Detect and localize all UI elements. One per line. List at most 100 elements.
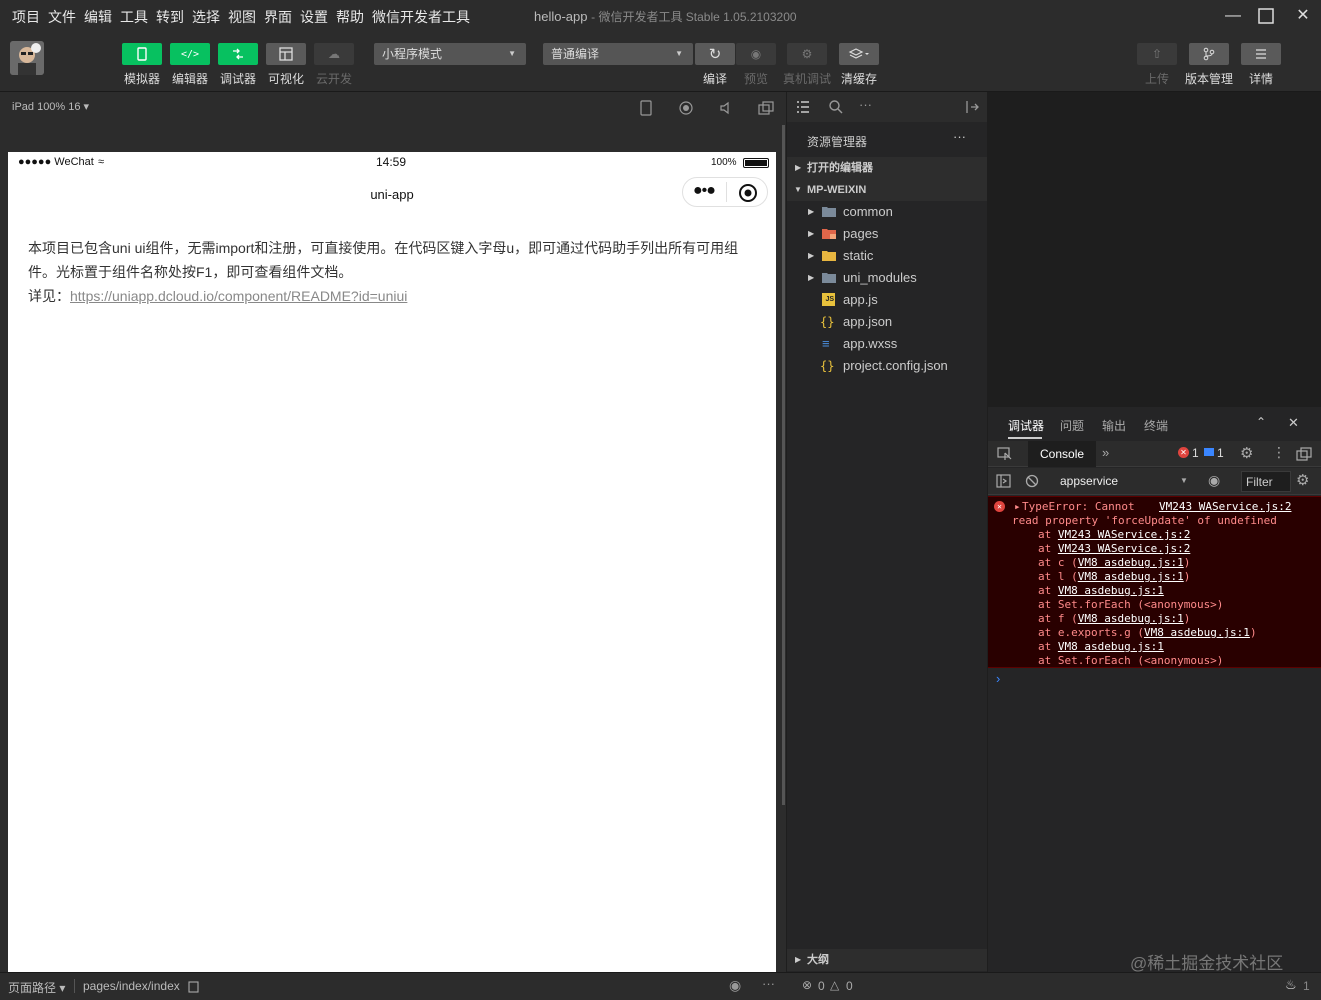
tab-debugger[interactable]: 调试器 — [1008, 417, 1044, 434]
menu-wechat-devtools[interactable]: 微信开发者工具 — [372, 7, 470, 27]
close-miniprogram-icon[interactable] — [738, 183, 758, 203]
project-label: MP-WEIXIN — [807, 184, 867, 196]
folder-icon — [822, 207, 836, 217]
tree-item-app-json[interactable]: {} app.json — [787, 311, 987, 333]
visual-button[interactable] — [266, 43, 306, 65]
error-count[interactable]: 1 — [1192, 446, 1199, 460]
simulator-scrollbar[interactable] — [782, 125, 785, 805]
simulator-button[interactable] — [122, 43, 162, 65]
tree-item-app-wxss[interactable]: ≡ app.wxss — [787, 333, 987, 355]
tree-item-common[interactable]: ▶ common — [787, 201, 987, 223]
stack-frame-link[interactable]: VM8 asdebug.js:1 — [1058, 640, 1164, 653]
menu-edit[interactable]: 编辑 — [84, 7, 112, 27]
menu-settings[interactable]: 设置 — [300, 7, 328, 27]
editor-button[interactable]: </> — [170, 43, 210, 65]
tab-problems[interactable]: 问题 — [1060, 417, 1084, 434]
close-icon[interactable]: ✕ — [1292, 6, 1314, 26]
console-prompt-icon[interactable]: › — [996, 671, 1000, 686]
chevron-right-icon: ▶ — [808, 207, 815, 216]
minimize-icon[interactable]: — — [1222, 6, 1244, 26]
stack-frame-text: at l ( — [1038, 570, 1078, 583]
filter-input[interactable]: Filter — [1241, 471, 1291, 492]
context-select[interactable]: appservice ▼ — [1050, 472, 1190, 491]
tree-item-uni-modules[interactable]: ▶ uni_modules — [787, 267, 987, 289]
menu-interface[interactable]: 界面 — [264, 7, 292, 27]
explorer-more-icon[interactable]: ··· — [953, 129, 966, 144]
menu-file[interactable]: 文件 — [48, 7, 76, 27]
status-more-icon[interactable]: ··· — [762, 976, 775, 991]
collapse-up-icon[interactable]: ⌃ — [1256, 415, 1266, 429]
doc-link[interactable]: https://uniapp.dcloud.io/component/READM… — [70, 288, 407, 304]
more-tabs-icon[interactable]: » — [1102, 445, 1109, 460]
tab-console[interactable]: Console — [1028, 441, 1096, 467]
device-select[interactable]: iPad 100% 16 ▾ — [12, 100, 89, 113]
popout-icon[interactable] — [758, 100, 774, 116]
compile-button[interactable]: ↻ — [695, 43, 735, 65]
bell-icon[interactable]: ♨ — [1285, 977, 1297, 993]
stack-frame-link[interactable]: VM8 asdebug.js:1 — [1078, 556, 1184, 569]
kebab-menu-icon[interactable]: ⋮ — [1272, 444, 1286, 461]
tab-terminal[interactable]: 终端 — [1144, 417, 1168, 434]
compile-mode-dropdown[interactable]: 普通编译 ▼ — [543, 43, 693, 65]
menu-project[interactable]: 项目 — [12, 7, 40, 27]
tab-output[interactable]: 输出 — [1102, 417, 1126, 434]
info-count[interactable]: 1 — [1217, 446, 1224, 460]
error-source-link[interactable]: VM243 WAService.js:2 — [1159, 500, 1291, 513]
clear-cache-button[interactable] — [839, 43, 879, 65]
remote-debug-button[interactable]: ⚙ — [787, 43, 827, 65]
open-editors-label: 打开的编辑器 — [807, 162, 873, 174]
stack-frame-link[interactable]: VM243 WAService.js:2 — [1058, 542, 1190, 555]
undock-icon[interactable] — [1296, 447, 1312, 461]
preview-button[interactable]: ◉ — [736, 43, 776, 65]
console-settings-icon[interactable]: ⚙ — [1296, 471, 1309, 489]
page-path-dropdown[interactable]: 页面路径 ▾ — [8, 979, 65, 996]
device-phone-icon[interactable] — [640, 100, 652, 116]
stack-frame-link[interactable]: VM8 asdebug.js:1 — [1078, 612, 1184, 625]
expand-triangle-icon[interactable]: ▸ — [1014, 500, 1021, 513]
menu-tools[interactable]: 工具 — [120, 7, 148, 27]
status-warning-count[interactable]: 0 — [846, 979, 853, 993]
more-dots-icon[interactable]: ●•● — [693, 182, 716, 200]
details-button[interactable] — [1241, 43, 1281, 65]
eye-icon[interactable]: ◉ — [1208, 472, 1220, 489]
project-section[interactable]: ▼ MP-WEIXIN — [787, 179, 987, 201]
version-button[interactable] — [1189, 43, 1229, 65]
settings-gear-icon[interactable]: ⚙ — [1240, 444, 1253, 462]
maximize-icon[interactable] — [1256, 6, 1278, 26]
preview-eye-icon[interactable]: ◉ — [729, 977, 741, 994]
stack-frame-link[interactable]: VM8 asdebug.js:1 — [1144, 626, 1250, 639]
avatar[interactable] — [10, 41, 44, 75]
cloud-button[interactable]: ☁ — [314, 43, 354, 65]
status-error-count[interactable]: 0 — [818, 979, 825, 993]
search-icon[interactable] — [828, 99, 844, 115]
upload-button[interactable]: ⇧ — [1137, 43, 1177, 65]
tree-item-static[interactable]: ▶ static — [787, 245, 987, 267]
record-icon[interactable] — [678, 100, 694, 116]
more-icon[interactable]: ··· — [859, 97, 872, 112]
outline-section[interactable]: ▶ 大纲 — [787, 949, 987, 971]
close-panel-icon[interactable]: ✕ — [1288, 415, 1299, 431]
list-icon[interactable] — [796, 100, 810, 114]
stack-frame-link[interactable]: VM243 WAService.js:2 — [1058, 528, 1190, 541]
copy-icon[interactable] — [188, 981, 200, 993]
menu-goto[interactable]: 转到 — [156, 7, 184, 27]
sidebar-toggle-icon[interactable] — [996, 474, 1011, 488]
split-icon[interactable] — [965, 100, 979, 114]
toolbar: 模拟器 </> 编辑器 调试器 可视化 ☁ 云开发 小程序模式 ▼ 普通编译 ▼ ↻… — [0, 32, 1321, 92]
tree-item-app-js[interactable]: JS app.js — [787, 289, 987, 311]
clear-console-icon[interactable] — [1025, 474, 1039, 488]
open-editors-section[interactable]: ▶ 打开的编辑器 — [787, 157, 987, 179]
explorer-toolbar: ··· — [787, 92, 987, 122]
tree-item-project-config[interactable]: {} project.config.json — [787, 355, 987, 377]
debugger-button[interactable] — [218, 43, 258, 65]
mode-dropdown[interactable]: 小程序模式 ▼ — [374, 43, 526, 65]
css-file-icon: ≡ — [822, 336, 830, 351]
tree-item-pages[interactable]: ▶ pages — [787, 223, 987, 245]
volume-icon[interactable] — [718, 100, 734, 116]
menu-select[interactable]: 选择 — [192, 7, 220, 27]
stack-frame-link[interactable]: VM8 asdebug.js:1 — [1058, 584, 1164, 597]
stack-frame-link[interactable]: VM8 asdebug.js:1 — [1078, 570, 1184, 583]
menu-help[interactable]: 帮助 — [336, 7, 364, 27]
menu-view[interactable]: 视图 — [228, 7, 256, 27]
inspect-icon[interactable] — [997, 447, 1012, 461]
